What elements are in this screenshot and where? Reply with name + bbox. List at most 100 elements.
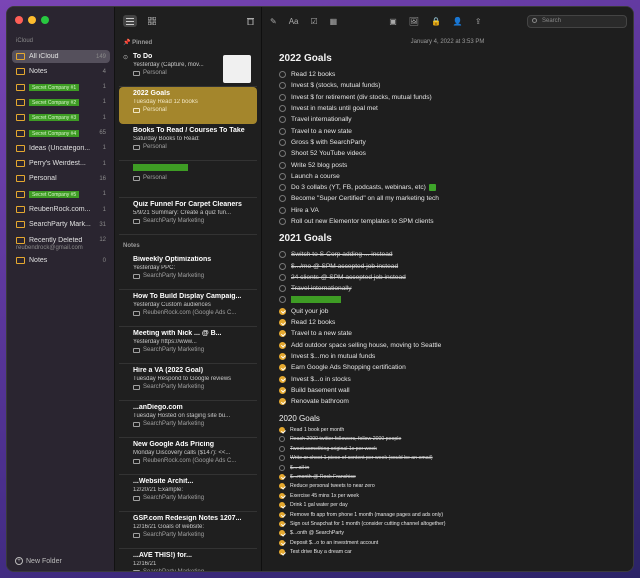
sidebar-folder-item[interactable]: ReubenRock.com... 1 xyxy=(12,203,110,216)
checklist-item[interactable]: Invest $ for retirement (div stocks, mut… xyxy=(279,92,633,103)
attachment-icon[interactable]: 🖼 xyxy=(409,17,419,26)
checkbox[interactable] xyxy=(279,116,286,124)
checkbox[interactable] xyxy=(279,150,286,158)
checklist-item[interactable]: Invest $...o in stocks xyxy=(279,373,633,384)
note-list-item[interactable]: ⊙ To Do Yesterday (Capture, mov... Personal xyxy=(119,50,257,87)
checkbox[interactable] xyxy=(279,71,286,79)
checklist-icon[interactable]: ☑ xyxy=(311,17,318,26)
checkbox[interactable] xyxy=(279,375,286,383)
checklist-item[interactable]: Deposit $...o to an investment account xyxy=(279,538,633,547)
new-folder-button[interactable]: + New Folder xyxy=(15,557,62,565)
checkbox[interactable] xyxy=(279,127,286,135)
note-list-item[interactable]: ...Website Archit... 12/20/21 Example: Sea… xyxy=(119,475,257,512)
checkbox[interactable] xyxy=(279,206,286,214)
note-list-item[interactable]: Hire a VA (2022 Goal) Tuesday Respond to … xyxy=(119,364,257,401)
checkbox[interactable] xyxy=(279,398,286,406)
sidebar-folder-item[interactable]: SearchParty Mark... 31 xyxy=(12,218,110,231)
checkbox[interactable] xyxy=(279,195,286,203)
checkbox[interactable] xyxy=(279,464,285,471)
checklist-item[interactable]: $... all in xyxy=(279,463,633,472)
checkbox[interactable] xyxy=(279,285,286,293)
checkbox[interactable] xyxy=(279,184,286,192)
checklist-item[interactable]: Travel to a new state xyxy=(279,328,633,339)
checkbox[interactable] xyxy=(279,386,286,394)
checklist-item[interactable]: $...onth @ SearchParty xyxy=(279,529,633,538)
checkbox[interactable] xyxy=(279,364,286,372)
gallery-view-button[interactable] xyxy=(145,15,159,27)
checkbox[interactable] xyxy=(279,427,285,433)
checklist-item[interactable]: Gross $ with SearchParty xyxy=(279,137,633,148)
sidebar-folder-item[interactable]: Secret Company #1 1 xyxy=(12,81,110,94)
media-icon[interactable]: ▣ xyxy=(389,17,397,26)
zoom-window-button[interactable] xyxy=(41,16,49,24)
note-list-item[interactable]: Biweekly Optimizations Yesterday PPC: Sear… xyxy=(119,253,257,290)
checklist-item[interactable]: Invest $...mo in mutual funds xyxy=(279,351,633,362)
checklist-item[interactable]: Reach 2000 twitter followers, follow 200… xyxy=(279,435,633,444)
checklist-item[interactable]: Remove fb app from phone 1 month (manage… xyxy=(279,510,633,519)
checkbox[interactable] xyxy=(279,296,286,304)
checklist-item[interactable]: Quit your job xyxy=(279,306,633,317)
note-list-item[interactable]: How To Build Display Campaig... Yesterday… xyxy=(119,290,257,327)
checkbox[interactable] xyxy=(279,172,286,180)
note-list-item[interactable]: New Google Ads Pricing Monday Discovery c… xyxy=(119,438,257,475)
checkbox[interactable] xyxy=(279,82,286,90)
checklist-item[interactable]: Travel internationally xyxy=(279,283,633,294)
checklist-item[interactable]: Roll out new Elementor templates to SPM … xyxy=(279,216,633,227)
checklist-item[interactable]: Build basement wall xyxy=(279,385,633,396)
delete-note-button[interactable] xyxy=(243,15,257,27)
checkbox[interactable] xyxy=(279,352,286,360)
sidebar-folder-item[interactable]: Notes 4 xyxy=(12,65,110,78)
checklist-item[interactable]: Tweet something original 1x per week xyxy=(279,444,633,453)
checklist-item[interactable]: Invest $ (stocks, mutual funds) xyxy=(279,80,633,91)
checklist-item[interactable]: Earn Google Ads Shopping certification xyxy=(279,362,633,373)
checklist-item[interactable]: Become "Super Certified" on all my marke… xyxy=(279,193,633,204)
collaborate-icon[interactable]: 👤 xyxy=(453,17,463,26)
note-list-item[interactable]: Books To Read / Courses To Take Saturday … xyxy=(119,124,257,161)
checklist-item[interactable]: Test drive Buy a dream car xyxy=(279,547,633,556)
checklist-item[interactable]: Write or shoot 1 piece of content per we… xyxy=(279,453,633,462)
checkbox[interactable] xyxy=(279,492,285,499)
checklist-item[interactable]: Do 3 collabs (YT, FB, podcasts, webinars… xyxy=(279,182,633,193)
checklist-item[interactable]: Travel to a new state xyxy=(279,125,633,136)
checkbox[interactable] xyxy=(279,455,285,462)
sidebar-folder-item[interactable]: Secret Company #5 1 xyxy=(12,188,110,201)
sidebar-folder-item[interactable]: All iCloud 149 xyxy=(12,50,110,63)
checkbox[interactable] xyxy=(279,473,285,480)
checkbox[interactable] xyxy=(279,502,285,509)
checkbox[interactable] xyxy=(279,445,285,452)
checkbox[interactable] xyxy=(279,319,286,327)
sidebar-folder-item[interactable]: Personal 16 xyxy=(12,172,110,185)
checklist-item[interactable]: Drink 1 gal water per day xyxy=(279,500,633,509)
checklist-item[interactable]: Switch to S-Corp adding ... instead xyxy=(279,249,633,260)
search-field[interactable]: Search xyxy=(527,15,627,28)
checklist-item[interactable] xyxy=(279,294,633,305)
share-icon[interactable]: ⇪ xyxy=(475,17,482,26)
checkbox[interactable] xyxy=(279,218,286,225)
checkbox[interactable] xyxy=(279,161,286,169)
checkbox[interactable] xyxy=(279,307,286,315)
note-list-item[interactable]: 2022 Goals Tuesday Read 12 books Personal xyxy=(119,87,257,124)
minimize-window-button[interactable] xyxy=(28,16,36,24)
checkbox[interactable] xyxy=(279,251,286,259)
checklist-item[interactable]: $.../mo @ SPM accepted job instead xyxy=(279,260,633,271)
sidebar-folder-item[interactable]: Ideas (Uncategori... 1 xyxy=(12,142,110,155)
note-list-item[interactable]: ...anDiego.com Tuesday Hosted on staging … xyxy=(119,401,257,438)
format-text-icon[interactable]: Aa xyxy=(289,17,299,26)
table-icon[interactable]: ▦ xyxy=(330,17,338,26)
note-list-item[interactable]: ...AVE THIS!) for... 12/16/21 SearchParty … xyxy=(119,549,257,571)
checkbox[interactable] xyxy=(279,262,286,270)
sidebar-folder-item[interactable]: Secret Company #3 1 xyxy=(12,111,110,124)
checkbox[interactable] xyxy=(279,483,285,490)
checklist-item[interactable]: Read 12 books xyxy=(279,69,633,80)
note-list-item[interactable]: Personal xyxy=(119,161,257,198)
checklist-item[interactable]: Add outdoor space selling house, moving … xyxy=(279,340,633,351)
checkbox[interactable] xyxy=(279,341,286,349)
checklist-item[interactable]: Read 12 books xyxy=(279,317,633,328)
checklist-item[interactable]: Travel internationally xyxy=(279,114,633,125)
close-window-button[interactable] xyxy=(15,16,23,24)
checklist-item[interactable]: Write 52 blog posts xyxy=(279,159,633,170)
note-list-item[interactable]: Meeting with Nick ... @ B... Yesterday ht… xyxy=(119,327,257,364)
checklist-item[interactable]: 24 clients @ SPM accepted job instead xyxy=(279,272,633,283)
checklist-item[interactable]: Sign out Snapchat for 1 month (consider … xyxy=(279,519,633,528)
checklist-item[interactable]: Hire a VA xyxy=(279,205,633,216)
